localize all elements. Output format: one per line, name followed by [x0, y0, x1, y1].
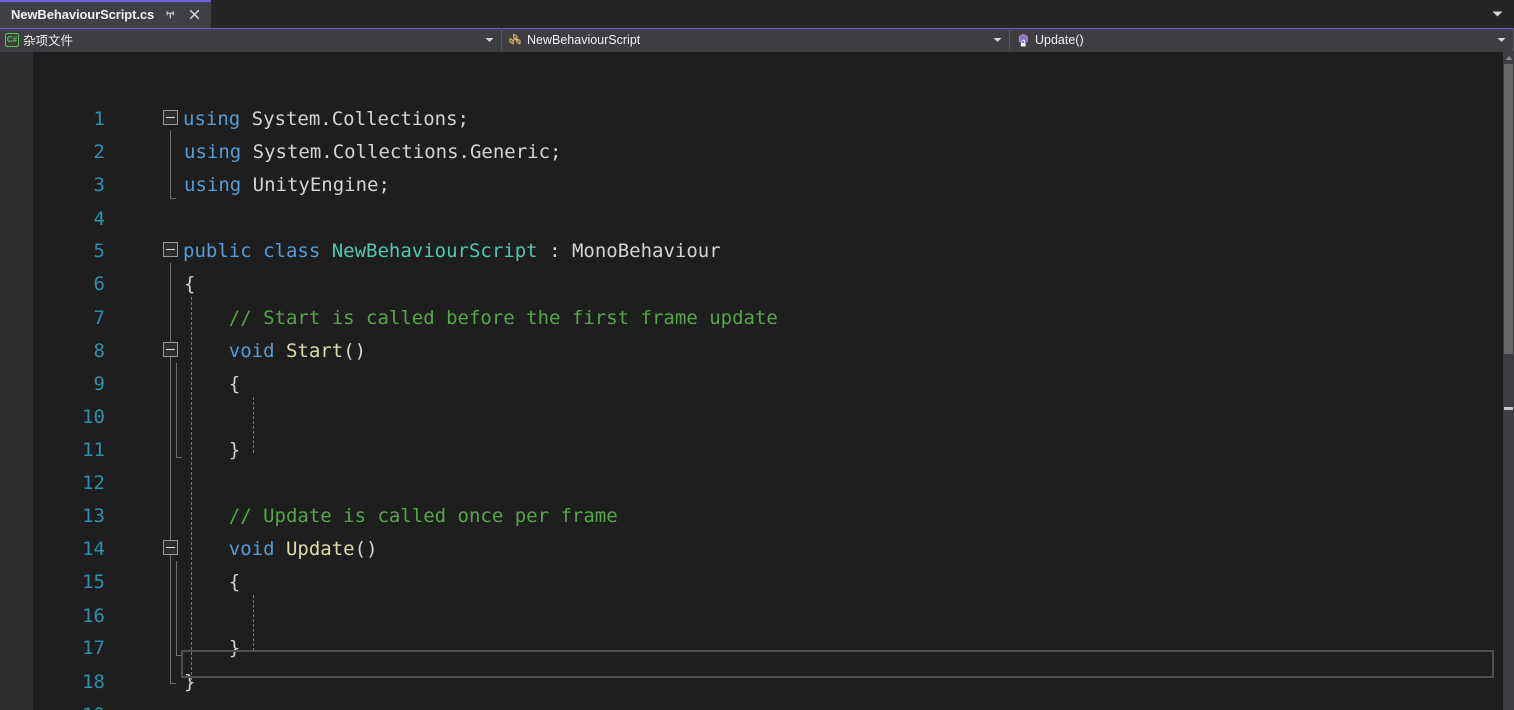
code-line[interactable]: 18 }	[0, 665, 1503, 698]
code-surface[interactable]: 1 using System.Collections; 2 using Syst…	[0, 52, 1503, 710]
editor-tab-strip: NewBehaviourScript.cs	[0, 0, 1514, 28]
line-number: 1	[93, 107, 105, 130]
code-line[interactable]: 12	[0, 466, 1503, 499]
class-icon	[507, 32, 523, 48]
line-content: void Start()	[228, 339, 367, 362]
line-number: 16	[82, 604, 105, 627]
line-number: 2	[93, 140, 105, 163]
code-line[interactable]: 5 public class NewBehaviourScript : Mono…	[0, 234, 1503, 267]
chevron-down-icon[interactable]	[983, 37, 1005, 43]
line-number: 12	[82, 471, 105, 494]
code-line[interactable]: 8 void Start()	[0, 334, 1503, 367]
csharp-file-icon: C#	[5, 32, 19, 47]
triangle-up-icon[interactable]	[1503, 54, 1514, 62]
member-dropdown-label: Update()	[1035, 32, 1084, 47]
tab-newbehaviourscript-cs[interactable]: NewBehaviourScript.cs	[0, 0, 212, 28]
line-number: 17	[82, 636, 105, 659]
tab-list-dropdown-chevron-down-icon[interactable]	[1486, 0, 1508, 28]
line-number: 11	[82, 438, 105, 461]
line-number: 5	[93, 239, 105, 262]
code-line[interactable]: 11 }	[0, 433, 1503, 466]
line-content: // Update is called once per frame	[183, 504, 618, 527]
vertical-scrollbar[interactable]	[1503, 52, 1514, 710]
chevron-down-icon[interactable]	[1487, 37, 1509, 43]
line-number: 7	[93, 306, 105, 329]
line-number: 10	[82, 405, 105, 428]
line-content: {	[184, 272, 196, 295]
pin-icon[interactable]	[162, 6, 178, 22]
line-number: 3	[93, 173, 105, 196]
line-number: 15	[82, 570, 105, 593]
code-line[interactable]: 9 {	[0, 367, 1503, 400]
code-line[interactable]: 16	[0, 599, 1503, 632]
line-number: 18	[82, 670, 105, 693]
line-number: 19	[0, 704, 105, 710]
line-number: 4	[93, 207, 105, 230]
code-line[interactable]: 4	[0, 202, 1503, 235]
close-icon[interactable]	[186, 6, 202, 22]
project-dropdown[interactable]: C# 杂项文件	[0, 28, 502, 51]
tab-title: NewBehaviourScript.cs	[11, 6, 155, 22]
line-content: }	[183, 636, 241, 659]
code-line[interactable]: 2 using System.Collections.Generic;	[0, 135, 1503, 168]
member-dropdown[interactable]: Update()	[1010, 28, 1514, 51]
line-content: }	[183, 438, 241, 461]
line-content: // Start is called before the first fram…	[183, 306, 778, 329]
line-content: {	[183, 372, 241, 395]
line-content: public class NewBehaviourScript : MonoBe…	[183, 239, 721, 262]
line-number: 6	[93, 272, 105, 295]
line-content: void Update()	[228, 537, 378, 560]
editor-navigation-bar: C# 杂项文件 NewBehaviourScript Update()	[0, 28, 1514, 52]
code-editor[interactable]: 1 using System.Collections; 2 using Syst…	[0, 52, 1514, 710]
code-line[interactable]: 6 {	[0, 267, 1503, 300]
chevron-down-icon[interactable]	[475, 37, 497, 43]
line-content: using UnityEngine;	[184, 173, 390, 196]
line-number: 14	[82, 537, 105, 560]
line-number: 13	[82, 504, 105, 527]
method-private-icon	[1015, 32, 1031, 48]
code-line[interactable]: 19	[0, 698, 1503, 710]
line-content: using System.Collections.Generic;	[184, 140, 562, 163]
code-line[interactable]: 14 void Update()	[0, 532, 1503, 565]
code-line[interactable]: 13 // Update is called once per frame	[0, 499, 1503, 532]
line-content: {	[183, 570, 241, 593]
code-line[interactable]: 7 // Start is called before the first fr…	[0, 301, 1503, 334]
code-line[interactable]: 3 using UnityEngine;	[0, 168, 1503, 201]
line-number: 8	[93, 339, 105, 362]
vertical-scroll-thumb[interactable]	[1504, 64, 1513, 354]
type-dropdown-label: NewBehaviourScript	[527, 32, 641, 47]
code-line[interactable]: 1 using System.Collections;	[0, 102, 1503, 135]
line-content: using System.Collections;	[183, 107, 469, 130]
code-line[interactable]: 15 {	[0, 565, 1503, 598]
project-dropdown-label: 杂项文件	[23, 34, 74, 48]
code-line[interactable]: 17 }	[0, 631, 1503, 664]
scroll-position-marker	[1504, 407, 1513, 410]
code-line[interactable]: 10	[0, 400, 1503, 433]
type-dropdown[interactable]: NewBehaviourScript	[502, 28, 1010, 51]
line-content: }	[184, 670, 196, 693]
line-number: 9	[93, 372, 105, 395]
